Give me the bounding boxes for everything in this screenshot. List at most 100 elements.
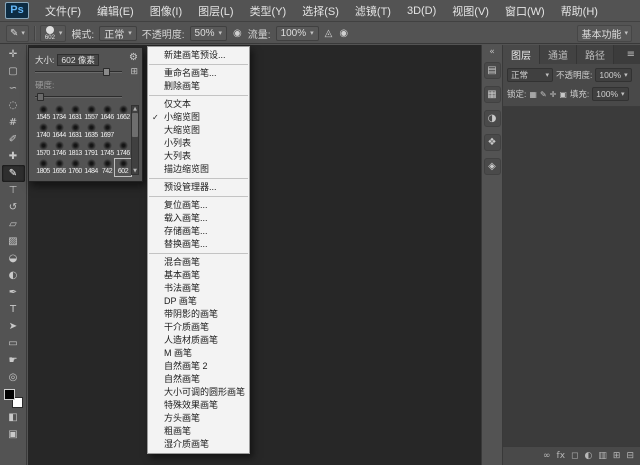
layer-opacity-dropdown[interactable]: 100% ▾ — [595, 68, 631, 82]
brush-preset-cell[interactable] — [115, 123, 131, 140]
menu-item[interactable]: 3D(D) — [399, 0, 444, 21]
context-menu-item[interactable]: ✓ 自然画笔 2 — [148, 360, 249, 373]
gradient-tool[interactable]: ▨ — [2, 233, 25, 250]
menu-item[interactable]: 图层(L) — [190, 0, 241, 21]
color-swatches[interactable] — [4, 389, 23, 408]
pressure-size-icon[interactable]: ◉ — [338, 28, 349, 39]
lasso-tool[interactable]: ∽ — [2, 80, 25, 97]
brush-preset-cell[interactable]: 742 — [99, 159, 115, 176]
slider-thumb[interactable] — [103, 68, 110, 76]
path-selection-tool[interactable]: ➤ — [2, 318, 25, 335]
dodge-tool[interactable]: ◐ — [2, 267, 25, 284]
menu-item[interactable]: 文件(F) — [37, 0, 89, 21]
tool-preset-picker[interactable]: ✎ ▾ — [6, 25, 29, 42]
lock-all-icon[interactable]: ▣ — [559, 90, 567, 99]
brush-preset-cell[interactable]: 1791 — [83, 141, 99, 158]
menu-item[interactable]: 图像(I) — [142, 0, 190, 21]
foreground-color-swatch[interactable] — [4, 389, 15, 400]
context-menu-item[interactable]: ✓ 大缩览图 — [148, 124, 249, 137]
context-menu-item[interactable]: ✓ — [149, 196, 248, 197]
context-menu-item[interactable]: ✓ 小缩览图 — [148, 111, 249, 124]
lock-position-icon[interactable]: ✛ — [550, 90, 557, 99]
add-layer-mask-icon[interactable]: ◻ — [571, 451, 578, 461]
scrollbar-thumb[interactable] — [132, 113, 138, 137]
zoom-tool[interactable]: ◎ — [2, 369, 25, 386]
brush-preset-button[interactable]: 602 ▾ — [40, 25, 67, 42]
delete-layer-icon[interactable]: ⊟ — [626, 451, 634, 461]
context-menu-item[interactable]: ✓ 存储画笔... — [148, 225, 249, 238]
context-menu-item[interactable]: ✓ 载入画笔... — [148, 212, 249, 225]
airbrush-icon[interactable]: ◬ — [324, 28, 334, 39]
styles-panel-icon[interactable]: ❖ — [484, 134, 501, 151]
layer-blend-mode-dropdown[interactable]: 正常 ▾ — [507, 68, 553, 82]
expand-panels-icon[interactable]: « — [489, 47, 495, 58]
color-panel-icon[interactable]: ▤ — [484, 62, 501, 79]
layer-style-icon[interactable]: fx — [557, 451, 566, 461]
brush-hardness-slider[interactable] — [35, 92, 122, 101]
brush-preset-cell[interactable]: 1644 — [51, 123, 67, 140]
context-menu-item[interactable]: ✓ — [149, 95, 248, 96]
type-tool[interactable]: T — [2, 301, 25, 318]
pen-tool[interactable]: ✒ — [2, 284, 25, 301]
brush-preset-cell[interactable]: 1740 — [35, 123, 51, 140]
brush-preset-cell[interactable]: 1484 — [83, 159, 99, 176]
context-menu-item[interactable]: ✓ DP 画笔 — [148, 295, 249, 308]
eraser-tool[interactable]: ▱ — [2, 216, 25, 233]
context-menu-item[interactable]: ✓ 描边缩览图 — [148, 163, 249, 176]
context-menu-item[interactable]: ✓ 粗画笔 — [148, 425, 249, 438]
screen-mode-button[interactable]: ▣ — [2, 426, 25, 443]
pressure-opacity-icon[interactable]: ◉ — [232, 28, 243, 39]
context-menu-item[interactable]: ✓ 干介质画笔 — [148, 321, 249, 334]
context-menu-item[interactable]: ✓ 书法画笔 — [148, 282, 249, 295]
brush-preset-cell[interactable]: 1656 — [51, 159, 67, 176]
clone-stamp-tool[interactable]: ⊤ — [2, 182, 25, 199]
slider-thumb[interactable] — [37, 93, 44, 101]
panel-tab[interactable]: 通道 — [540, 45, 577, 64]
context-menu-item[interactable]: ✓ 人造材质画笔 — [148, 334, 249, 347]
move-tool[interactable]: ✛ — [2, 46, 25, 63]
context-menu-item[interactable]: ✓ — [149, 178, 248, 179]
context-menu-item[interactable]: ✓ 混合画笔 — [148, 256, 249, 269]
panel-menu-icon[interactable]: ≡ — [627, 49, 640, 60]
brush-preset-cell[interactable]: 1697 — [99, 123, 115, 140]
scroll-up-icon[interactable]: ▲ — [133, 106, 137, 112]
menu-item[interactable]: 选择(S) — [294, 0, 347, 21]
context-menu-item[interactable]: ✓ 重命名画笔... — [148, 67, 249, 80]
blur-tool[interactable]: ◒ — [2, 250, 25, 267]
context-menu-item[interactable]: ✓ 预设管理器... — [148, 181, 249, 194]
brush-preset-cell[interactable]: 1646 — [99, 105, 115, 122]
brush-preset-cell[interactable]: 602 — [115, 159, 131, 176]
workspace-switcher[interactable]: 基本功能 ▾ — [577, 25, 632, 42]
brush-preset-cell[interactable]: 1746 — [51, 141, 67, 158]
adjustment-layer-icon[interactable]: ◐ — [585, 451, 593, 461]
brush-preset-cell[interactable]: 1557 — [83, 105, 99, 122]
rectangular-marquee-tool[interactable]: ▢ — [2, 63, 25, 80]
brush-preset-cell[interactable]: 1631 — [67, 105, 83, 122]
gear-icon[interactable]: ⚙ — [129, 52, 138, 63]
panel-tab[interactable]: 路径 — [577, 45, 614, 64]
context-menu-item[interactable]: ✓ 大小可调的圆形画笔 — [148, 386, 249, 399]
new-brush-preset-icon[interactable]: ⊞ — [130, 67, 138, 77]
brush-preset-cell[interactable]: 1760 — [67, 159, 83, 176]
crop-tool[interactable]: # — [2, 114, 25, 131]
brush-preset-cell[interactable]: 1746 — [115, 141, 131, 158]
brush-preset-cell[interactable]: 1662 — [115, 105, 131, 122]
context-menu-item[interactable]: ✓ 带阴影的画笔 — [148, 308, 249, 321]
panel-tab[interactable]: 图层 — [503, 45, 540, 64]
lock-pixels-icon[interactable]: ✎ — [540, 90, 547, 99]
brush-size-slider[interactable] — [35, 67, 122, 76]
brush-preset-cell[interactable]: 1745 — [99, 141, 115, 158]
brush-tool[interactable]: ✎ — [2, 165, 25, 182]
brush-preset-cell[interactable]: 1635 — [83, 123, 99, 140]
opacity-dropdown[interactable]: 50% ▾ — [190, 26, 228, 41]
blend-mode-dropdown[interactable]: 正常 ▾ — [99, 26, 137, 41]
brush-preset-cell[interactable]: 1631 — [67, 123, 83, 140]
adjustments-panel-icon[interactable]: ◑ — [484, 110, 501, 127]
context-menu-item[interactable]: ✓ M 画笔 — [148, 347, 249, 360]
menu-item[interactable]: 滤镜(T) — [347, 0, 399, 21]
context-menu-item[interactable]: ✓ 基本画笔 — [148, 269, 249, 282]
menu-item[interactable]: 编辑(E) — [89, 0, 142, 21]
new-layer-icon[interactable]: ⊞ — [613, 451, 621, 461]
menu-item[interactable]: 视图(V) — [444, 0, 497, 21]
brush-preset-cell[interactable]: 1813 — [67, 141, 83, 158]
